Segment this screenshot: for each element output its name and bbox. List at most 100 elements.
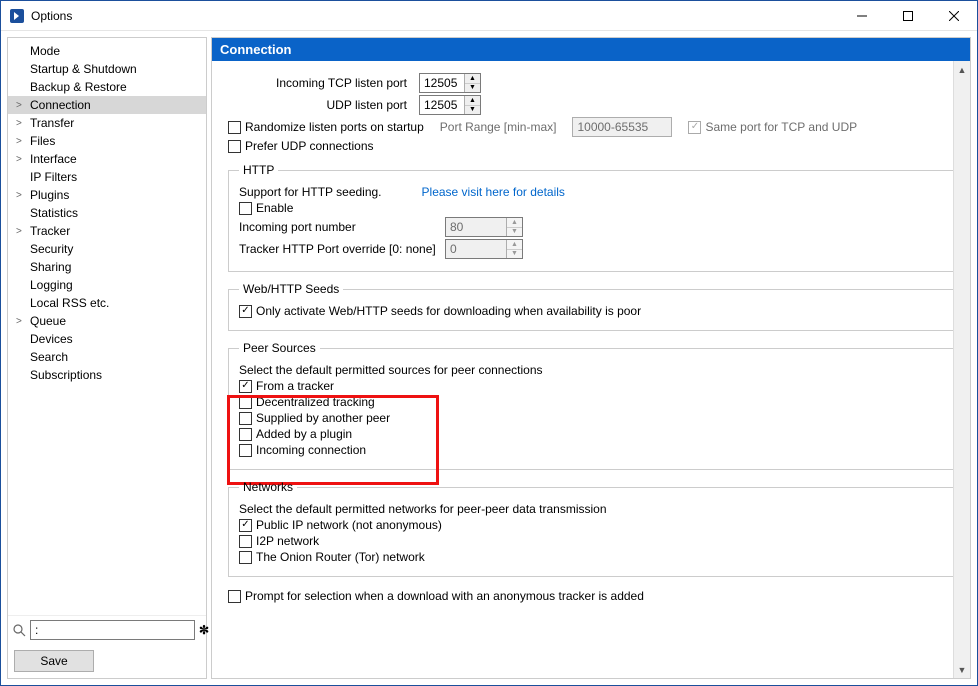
maximize-button[interactable] xyxy=(885,1,931,31)
sidebar: Mode Startup & ShutdownBackup & Restore>C… xyxy=(7,37,207,679)
network-checkbox[interactable]: The Onion Router (Tor) network xyxy=(239,550,425,564)
http-enable-checkbox[interactable]: Enable xyxy=(239,201,293,215)
sidebar-item-mode[interactable]: Mode xyxy=(8,42,206,60)
scroll-track[interactable] xyxy=(954,78,970,661)
nav-tree: Mode Startup & ShutdownBackup & Restore>C… xyxy=(8,38,206,615)
panel-header: Connection xyxy=(212,38,970,61)
sidebar-item-label: Logging xyxy=(28,278,75,292)
sidebar-item-backup-restore[interactable]: Backup & Restore xyxy=(8,78,206,96)
search-icon xyxy=(12,621,26,639)
spin-down-icon[interactable]: ▼ xyxy=(465,106,480,115)
tcp-port-field[interactable] xyxy=(420,74,464,92)
sidebar-item-interface[interactable]: >Interface xyxy=(8,150,206,168)
expand-icon[interactable]: > xyxy=(16,136,28,147)
sidebar-item-label: Mode xyxy=(28,44,62,58)
clear-filter-icon[interactable]: ✼ xyxy=(199,623,209,637)
expand-icon[interactable]: > xyxy=(16,154,28,165)
network-checkbox[interactable]: ✓Public IP network (not anonymous) xyxy=(239,518,442,532)
sidebar-item-sharing[interactable]: Sharing xyxy=(8,258,206,276)
peer-sources-legend: Peer Sources xyxy=(239,341,320,355)
expand-icon[interactable]: > xyxy=(16,100,28,111)
tcp-port-label: Incoming TCP listen port xyxy=(228,76,413,90)
checkbox-icon xyxy=(239,396,252,409)
sidebar-item-files[interactable]: >Files xyxy=(8,132,206,150)
sidebar-item-label: IP Filters xyxy=(28,170,79,184)
randomize-checkbox[interactable]: Randomize listen ports on startup xyxy=(228,120,424,134)
sidebar-item-queue[interactable]: >Queue xyxy=(8,312,206,330)
sidebar-item-startup-shutdown[interactable]: Startup & Shutdown xyxy=(8,60,206,78)
window-title: Options xyxy=(31,9,72,23)
randomize-label: Randomize listen ports on startup xyxy=(245,120,424,134)
expand-icon[interactable]: > xyxy=(16,118,28,129)
prefer-udp-label: Prefer UDP connections xyxy=(245,139,374,153)
scrollbar[interactable]: ▲ ▼ xyxy=(953,61,970,678)
sidebar-item-connection[interactable]: >Connection xyxy=(8,96,206,114)
peer-source-checkbox[interactable]: ✓From a tracker xyxy=(239,379,334,393)
spin-down-icon[interactable]: ▼ xyxy=(465,84,480,93)
http-support-text: Support for HTTP seeding. xyxy=(239,185,382,199)
checkbox-icon xyxy=(239,444,252,457)
peer-source-checkbox[interactable]: Supplied by another peer xyxy=(239,411,390,425)
http-details-link[interactable]: Please visit here for details xyxy=(422,185,565,199)
peer-sources-desc: Select the default permitted sources for… xyxy=(239,363,543,377)
sidebar-item-label: Security xyxy=(28,242,75,256)
same-port-label: Same port for TCP and UDP xyxy=(705,120,857,134)
options-window: Options Mode Startup & ShutdownBackup & R… xyxy=(0,0,978,686)
webseeds-legend: Web/HTTP Seeds xyxy=(239,282,343,296)
spin-up-icon: ▲ xyxy=(507,218,522,228)
sidebar-item-transfer[interactable]: >Transfer xyxy=(8,114,206,132)
expand-icon[interactable]: > xyxy=(16,190,28,201)
sidebar-item-ip-filters[interactable]: IP Filters xyxy=(8,168,206,186)
sidebar-item-label: Sharing xyxy=(28,260,73,274)
save-button[interactable]: Save xyxy=(14,650,94,672)
filter-input[interactable] xyxy=(30,620,195,640)
sidebar-item-label: Interface xyxy=(28,152,79,166)
peer-source-checkbox[interactable]: Incoming connection xyxy=(239,443,366,457)
expand-icon[interactable]: > xyxy=(16,226,28,237)
tcp-port-input[interactable]: ▲▼ xyxy=(419,73,481,93)
peer-source-label: Incoming connection xyxy=(256,443,366,457)
sidebar-item-statistics[interactable]: Statistics xyxy=(8,204,206,222)
udp-port-field[interactable] xyxy=(420,96,464,114)
port-range-label: Port Range [min-max] xyxy=(440,120,557,134)
scroll-up-icon[interactable]: ▲ xyxy=(954,61,970,78)
checkbox-icon: ✓ xyxy=(239,519,252,532)
network-checkbox[interactable]: I2P network xyxy=(239,534,319,548)
http-override-label: Tracker HTTP Port override [0: none] xyxy=(239,242,439,256)
udp-port-input[interactable]: ▲▼ xyxy=(419,95,481,115)
close-button[interactable] xyxy=(931,1,977,31)
peer-source-checkbox[interactable]: Added by a plugin xyxy=(239,427,352,441)
http-port-input: ▲▼ xyxy=(445,217,523,237)
sidebar-item-search[interactable]: Search xyxy=(8,348,206,366)
sidebar-item-plugins[interactable]: >Plugins xyxy=(8,186,206,204)
http-enable-label: Enable xyxy=(256,201,293,215)
app-icon xyxy=(9,8,25,24)
sidebar-item-security[interactable]: Security xyxy=(8,240,206,258)
http-group: HTTP Support for HTTP seeding. Please vi… xyxy=(228,163,954,272)
http-override-field xyxy=(446,240,506,258)
sidebar-item-logging[interactable]: Logging xyxy=(8,276,206,294)
sidebar-item-subscriptions[interactable]: Subscriptions xyxy=(8,366,206,384)
checkbox-icon: ✓ xyxy=(239,380,252,393)
prefer-udp-checkbox[interactable]: Prefer UDP connections xyxy=(228,139,374,153)
spin-up-icon: ▲ xyxy=(507,240,522,250)
sidebar-item-devices[interactable]: Devices xyxy=(8,330,206,348)
prompt-anon-checkbox[interactable]: Prompt for selection when a download wit… xyxy=(228,589,644,603)
minimize-button[interactable] xyxy=(839,1,885,31)
spin-up-icon[interactable]: ▲ xyxy=(465,96,480,106)
sidebar-item-label: Search xyxy=(28,350,70,364)
spin-down-icon: ▼ xyxy=(507,250,522,259)
http-override-input: ▲▼ xyxy=(445,239,523,259)
sidebar-item-local-rss-etc-[interactable]: Local RSS etc. xyxy=(8,294,206,312)
checkbox-icon xyxy=(239,551,252,564)
http-port-field xyxy=(446,218,506,236)
peer-source-checkbox[interactable]: Decentralized tracking xyxy=(239,395,375,409)
webseeds-only-checkbox[interactable]: ✓Only activate Web/HTTP seeds for downlo… xyxy=(239,304,641,318)
http-port-label: Incoming port number xyxy=(239,220,439,234)
sidebar-item-label: Tracker xyxy=(28,224,72,238)
sidebar-item-tracker[interactable]: >Tracker xyxy=(8,222,206,240)
peer-source-label: Supplied by another peer xyxy=(256,411,390,425)
expand-icon[interactable]: > xyxy=(16,316,28,327)
scroll-down-icon[interactable]: ▼ xyxy=(954,661,970,678)
spin-up-icon[interactable]: ▲ xyxy=(465,74,480,84)
